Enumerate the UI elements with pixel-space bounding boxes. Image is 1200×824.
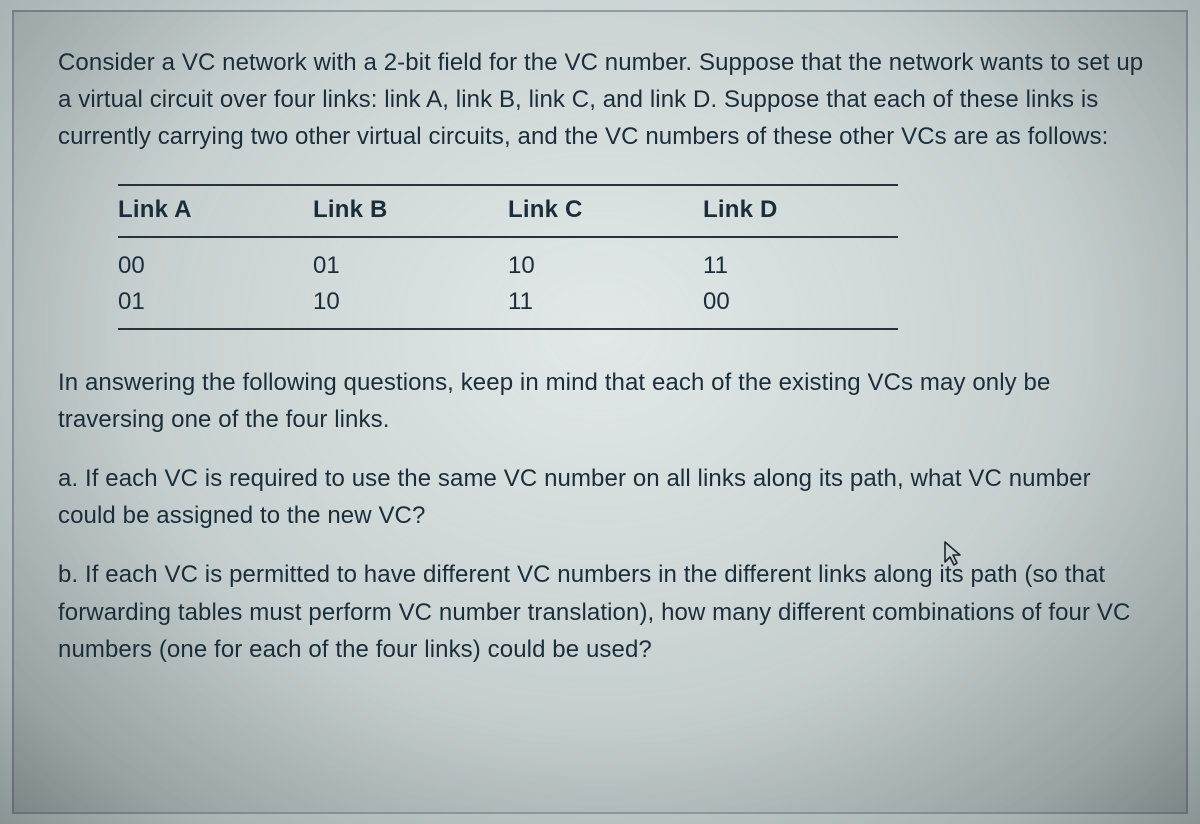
- vc-table: Link A Link B Link C Link D 00 01 10 11 …: [118, 184, 898, 330]
- question-b: b. If each VC is permitted to have diffe…: [58, 556, 1150, 668]
- table-row: 00 01 10 11: [118, 237, 898, 284]
- table-header-row: Link A Link B Link C Link D: [118, 185, 898, 237]
- col-header-link-a: Link A: [118, 185, 313, 237]
- col-header-link-b: Link B: [313, 185, 508, 237]
- cell-c2: 11: [508, 284, 703, 329]
- cell-d2: 00: [703, 284, 898, 329]
- cell-c1: 10: [508, 237, 703, 284]
- note-paragraph: In answering the following questions, ke…: [58, 364, 1150, 438]
- cell-b2: 10: [313, 284, 508, 329]
- question-page: Consider a VC network with a 2-bit field…: [12, 10, 1188, 814]
- cell-a2: 01: [118, 284, 313, 329]
- question-a: a. If each VC is required to use the sam…: [58, 460, 1150, 534]
- cell-b1: 01: [313, 237, 508, 284]
- col-header-link-c: Link C: [508, 185, 703, 237]
- table-row: 01 10 11 00: [118, 284, 898, 329]
- cell-d1: 11: [703, 237, 898, 284]
- intro-paragraph: Consider a VC network with a 2-bit field…: [58, 44, 1150, 156]
- cell-a1: 00: [118, 237, 313, 284]
- col-header-link-d: Link D: [703, 185, 898, 237]
